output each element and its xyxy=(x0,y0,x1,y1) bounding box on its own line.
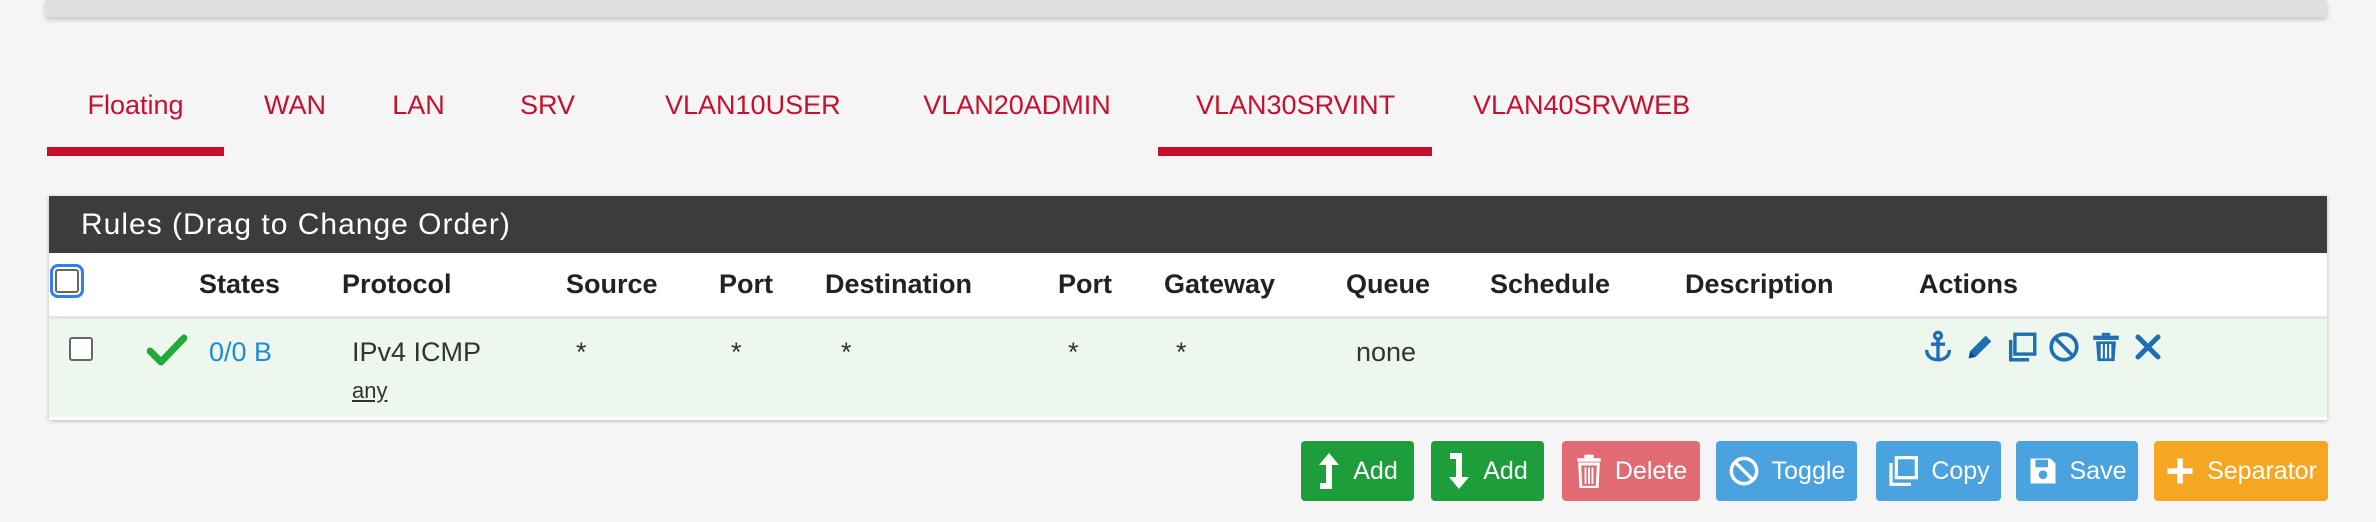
pencil-icon[interactable] xyxy=(1962,329,1998,365)
col-actions: Actions xyxy=(1919,268,2019,299)
tab-lan[interactable]: LAN xyxy=(354,72,483,156)
top-panel-edge xyxy=(45,0,2327,17)
tab-wan[interactable]: WAN xyxy=(226,72,355,156)
col-queue: Queue xyxy=(1346,268,1431,299)
tab-floating[interactable]: Floating xyxy=(47,72,224,156)
col-schedule: Schedule xyxy=(1490,268,1611,299)
delete-button[interactable]: Delete xyxy=(1562,441,1700,501)
delete-label: Delete xyxy=(1614,456,1688,485)
select-all-checkbox[interactable] xyxy=(50,263,84,298)
protocol-value: IPv4 ICMP xyxy=(352,336,482,367)
check-icon xyxy=(146,334,188,365)
col-source-port: Port xyxy=(719,268,773,299)
copy-button[interactable]: Copy xyxy=(1876,441,2001,501)
col-gateway: Gateway xyxy=(1164,268,1276,299)
save-label: Save xyxy=(2069,456,2127,485)
panel-title: Rules (Drag to Change Order) xyxy=(49,196,2327,253)
add-bottom-button[interactable]: Add xyxy=(1431,441,1544,501)
col-destination-port: Port xyxy=(1058,268,1112,299)
save-button[interactable]: Save xyxy=(2016,441,2138,501)
copy-label: Copy xyxy=(1931,456,1990,485)
x-icon[interactable] xyxy=(2130,329,2166,365)
arrow-turn-up-icon xyxy=(1319,453,1340,489)
tab-vlan40srvweb[interactable]: VLAN40SRVWEB xyxy=(1435,72,1725,156)
col-source: Source xyxy=(566,268,658,299)
protocol-sub[interactable]: any xyxy=(352,378,565,404)
rules-panel: Rules (Drag to Change Order) States Prot… xyxy=(49,196,2327,420)
destination-value: * xyxy=(841,336,852,367)
ban-icon xyxy=(1729,456,1759,486)
source-value: * xyxy=(576,336,587,367)
add-top-label: Add xyxy=(1353,456,1398,485)
trash-icon xyxy=(1577,454,1601,488)
tab-vlan20admin[interactable]: VLAN20ADMIN xyxy=(877,72,1157,156)
col-destination: Destination xyxy=(825,268,973,299)
col-protocol: Protocol xyxy=(342,268,452,299)
add-top-button[interactable]: Add xyxy=(1301,441,1414,501)
trash-icon[interactable] xyxy=(2088,329,2124,365)
row-actions xyxy=(1920,329,2326,365)
separator-label: Separator xyxy=(2207,456,2317,485)
queue-value: none xyxy=(1356,336,1417,367)
states-link[interactable]: 0/0 B xyxy=(209,337,272,367)
col-description: Description xyxy=(1685,268,1834,299)
anchor-icon[interactable] xyxy=(1920,329,1956,365)
tab-vlan10user[interactable]: VLAN10USER xyxy=(627,72,872,156)
copy-icon xyxy=(1889,456,1919,486)
description-value xyxy=(1685,317,1919,417)
rules-table: States Protocol Source Port Destination … xyxy=(49,253,2327,417)
tab-vlan30srvint[interactable]: VLAN30SRVINT xyxy=(1158,72,1432,156)
toggle-button[interactable]: Toggle xyxy=(1716,441,1857,501)
separator-button[interactable]: Separator xyxy=(2154,441,2328,501)
table-header-row: States Protocol Source Port Destination … xyxy=(49,253,2327,317)
add-bottom-label: Add xyxy=(1483,456,1528,485)
table-row[interactable]: 0/0 B IPv4 ICMP any * * * * * none xyxy=(49,317,2327,417)
interface-tabs: Floating WAN LAN SRV VLAN10USER VLAN20AD… xyxy=(47,72,1747,156)
row-checkbox[interactable] xyxy=(69,336,93,361)
plus-icon xyxy=(2167,458,2193,484)
arrow-turn-down-icon xyxy=(1449,453,1470,489)
tab-srv[interactable]: SRV xyxy=(482,72,612,156)
destination-port-value: * xyxy=(1068,336,1079,367)
schedule-value xyxy=(1490,317,1685,417)
copy-icon[interactable] xyxy=(2004,329,2040,365)
toggle-label: Toggle xyxy=(1771,456,1846,485)
col-states: States xyxy=(199,268,281,299)
source-port-value: * xyxy=(731,336,742,367)
ban-icon[interactable] xyxy=(2046,329,2082,365)
floppy-icon xyxy=(2030,458,2055,484)
gateway-value: * xyxy=(1176,336,1187,367)
